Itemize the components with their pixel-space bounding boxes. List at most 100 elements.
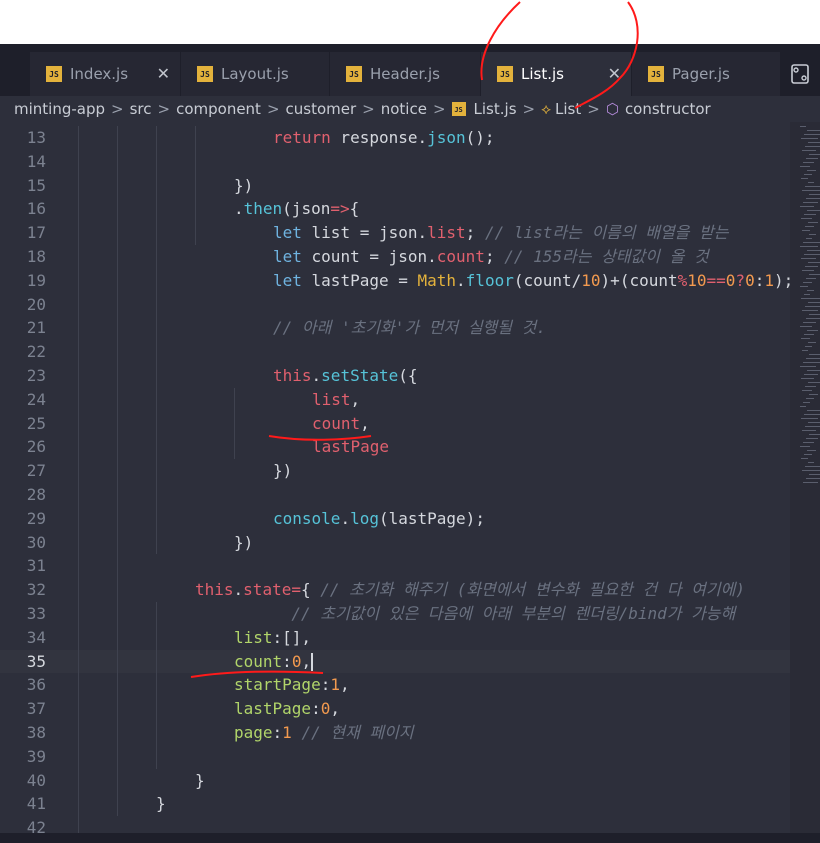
- js-file-icon: JS: [346, 66, 362, 82]
- line-number: 33: [26, 604, 46, 623]
- code-token: 0: [725, 270, 736, 290]
- bottom-scrollbar[interactable]: [0, 833, 820, 843]
- code-line[interactable]: 26 lastPage: [0, 435, 790, 459]
- minimap-line: [804, 374, 818, 375]
- code-line[interactable]: 38 page:1 // 현재 페이지: [0, 721, 790, 745]
- code-text: // 초기값이 있은 다음에 아래 부분의 렌더링/bind가 가능해: [195, 602, 735, 626]
- code-text: }): [273, 459, 292, 483]
- js-file-icon: JS: [46, 66, 62, 82]
- code-token: let: [273, 223, 302, 243]
- code-token: let: [273, 270, 302, 290]
- code-token: floor: [465, 270, 514, 290]
- code-token: {: [300, 580, 311, 600]
- code-token: 1: [330, 675, 340, 695]
- code-editor[interactable]: 13 return response.json(); 14 15}) 16 .then(j…: [0, 122, 790, 833]
- annotation-circle-mark: [480, 1, 639, 109]
- minimap-line: [802, 470, 820, 471]
- code-line[interactable]: 40}: [0, 769, 790, 793]
- code-line[interactable]: 42: [0, 816, 790, 833]
- breadcrumb-item[interactable]: component: [176, 100, 261, 118]
- code-line[interactable]: 41}: [0, 792, 790, 816]
- code-token: lastPage: [234, 699, 312, 719]
- code-text: lastPage:0,: [234, 697, 340, 721]
- minimap-line: [807, 210, 820, 211]
- minimap-line: [809, 154, 820, 155]
- code-line[interactable]: 30}): [0, 531, 790, 555]
- line-number: 25: [26, 413, 46, 433]
- line-number: 36: [26, 675, 46, 695]
- code-line[interactable]: 34 list:[],: [0, 626, 790, 650]
- code-line[interactable]: 19 let lastPage = Math.floor(count/10)+(c…: [0, 269, 790, 293]
- code-token: console: [273, 508, 341, 528]
- breadcrumb-item[interactable]: minting-app: [14, 100, 105, 118]
- code-token: 10: [581, 270, 601, 290]
- code-line[interactable]: 13 return response.json();: [0, 126, 790, 150]
- minimap-line: [807, 410, 820, 411]
- tab-layout-js[interactable]: JS Layout.js: [181, 52, 329, 96]
- code-line[interactable]: 37 lastPage:0,: [0, 697, 790, 721]
- code-token: (json: [282, 199, 331, 219]
- code-line[interactable]: 18 let count = json.count; // 155라는 상태값이 …: [0, 245, 790, 269]
- minimap-line: [805, 466, 820, 467]
- code-line[interactable]: 14: [0, 150, 790, 174]
- code-line[interactable]: 28: [0, 483, 790, 507]
- top-white-area: [0, 0, 820, 44]
- code-text: .then(json=>{: [234, 197, 359, 221]
- minimap-line: [802, 430, 816, 431]
- code-token: ();: [465, 128, 495, 147]
- minimap-line: [801, 218, 812, 219]
- minimap-line: [808, 182, 814, 183]
- code-line[interactable]: 31: [0, 554, 790, 578]
- minimap-line: [805, 226, 814, 227]
- js-file-icon: JS: [648, 66, 664, 82]
- minimap-line: [803, 482, 818, 483]
- line-number: 19: [26, 270, 46, 290]
- code-line[interactable]: 22: [0, 340, 790, 364]
- code-token: then: [243, 199, 283, 219]
- code-line[interactable]: 25 count,: [0, 412, 790, 436]
- minimap-line: [807, 250, 820, 251]
- code-token: 1: [282, 723, 292, 742]
- minimap-line: [803, 242, 820, 243]
- minimap-line: [803, 202, 818, 203]
- code-line[interactable]: 27}): [0, 459, 790, 483]
- line-number: 23: [26, 366, 46, 385]
- code-line[interactable]: 24 list,: [0, 388, 790, 412]
- split-compare-icon[interactable]: [780, 62, 820, 86]
- code-line[interactable]: 35 count:0,: [0, 649, 790, 674]
- minimap-line: [803, 162, 814, 163]
- minimap-line: [807, 170, 816, 171]
- code-token: {: [349, 199, 360, 219]
- minimap-line: [802, 270, 814, 271]
- line-number: 32: [26, 580, 46, 600]
- code-line[interactable]: 20: [0, 293, 790, 317]
- breadcrumb-item[interactable]: notice: [381, 100, 427, 118]
- code-token: :: [272, 723, 283, 742]
- code-line[interactable]: 39: [0, 745, 790, 769]
- tab-header-js[interactable]: JS Header.js: [330, 52, 480, 96]
- code-line[interactable]: 29 console.log(lastPage);: [0, 507, 790, 531]
- minimap-line: [808, 222, 818, 223]
- code-line[interactable]: 36 startPage:1,: [0, 673, 790, 697]
- minimap-line: [809, 354, 820, 355]
- code-line[interactable]: 21 // 아래 '초기화'가 먼저 실행될 것.: [0, 316, 790, 340]
- minimap-line: [805, 186, 820, 187]
- code-line[interactable]: 33 // 초기값이 있은 다음에 아래 부분의 렌더링/bind가 가능해: [0, 602, 790, 626]
- code-line[interactable]: 32 this.state={ // 초기화 해주기 (화면에서 변수화 필요한 …: [0, 578, 790, 602]
- close-icon[interactable]: ✕: [157, 64, 170, 83]
- line-number: 21: [26, 318, 46, 338]
- code-line[interactable]: 16 .then(json=>{: [0, 197, 790, 221]
- tab-pager-js[interactable]: JS Pager.js: [632, 52, 780, 96]
- code-line[interactable]: 15}): [0, 174, 790, 198]
- tab-index-js[interactable]: JS Index.js ✕: [30, 52, 180, 96]
- minimap-line: [801, 138, 818, 139]
- code-token: count: [436, 247, 485, 266]
- breadcrumb-item[interactable]: src: [130, 100, 152, 118]
- tab-label: Layout.js: [221, 65, 289, 83]
- breadcrumb-item[interactable]: customer: [286, 100, 357, 118]
- code-line[interactable]: 17 let list = json.list; // list라는 이름의 배열…: [0, 221, 790, 245]
- minimap[interactable]: [790, 122, 820, 833]
- line-number: 41: [26, 794, 46, 814]
- code-line[interactable]: 23 this.setState({: [0, 364, 790, 388]
- code-token: 10: [687, 270, 707, 290]
